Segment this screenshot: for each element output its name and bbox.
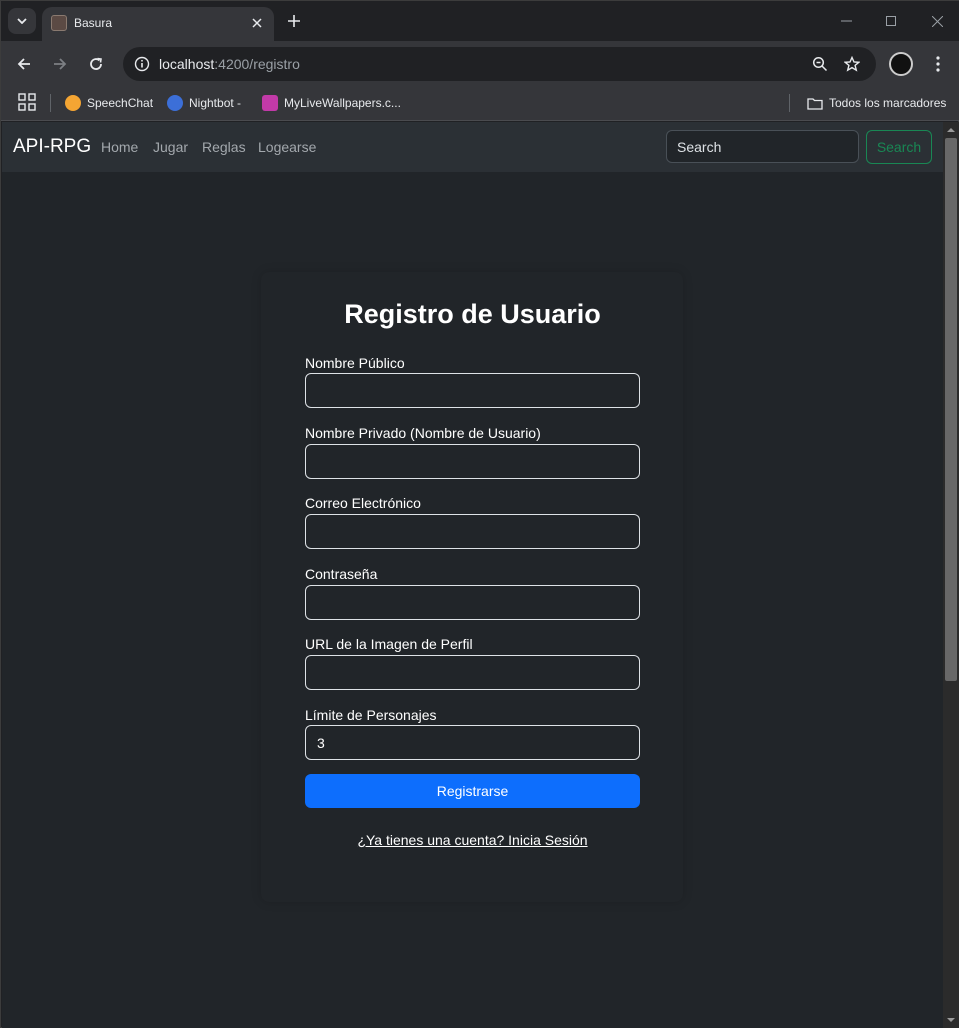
scrollbar-thumb[interactable] <box>945 138 957 681</box>
email-input[interactable] <box>305 514 640 549</box>
site-info-icon[interactable] <box>131 53 153 75</box>
nav-link-logearse[interactable]: Logearse <box>258 139 316 155</box>
url-text: localhost:4200/registro <box>159 56 300 72</box>
back-arrow-icon[interactable] <box>12 52 36 76</box>
browser-menu-icon[interactable] <box>927 52 949 76</box>
nav-link-jugar[interactable]: Jugar <box>153 139 188 155</box>
close-window-icon[interactable] <box>926 10 948 32</box>
username-input[interactable] <box>305 444 640 479</box>
reload-icon[interactable] <box>84 52 108 76</box>
character-limit-label: Límite de Personajes <box>305 707 437 723</box>
apps-grid-icon[interactable] <box>18 93 38 113</box>
all-bookmarks[interactable]: Todos los marcadores <box>807 92 946 114</box>
nightbot-icon <box>167 95 183 111</box>
forward-arrow-icon[interactable] <box>48 52 72 76</box>
bookmarks-bar: SpeechChat Nightbot - MyLiveWallpapers.c… <box>1 87 959 121</box>
character-limit-input[interactable] <box>305 725 640 760</box>
tab-strip: Basura <box>1 1 959 41</box>
browser-tab[interactable]: Basura <box>42 7 274 41</box>
password-input[interactable] <box>305 585 640 620</box>
bookmarks-separator <box>50 94 51 112</box>
folder-icon <box>807 97 823 110</box>
maximize-icon[interactable] <box>880 10 902 32</box>
tab-search-button[interactable] <box>8 8 36 34</box>
browser-window: Basura localhost:4200/registro SpeechCha… <box>0 0 959 1028</box>
bookmark-nightbot[interactable]: Nightbot - <box>167 92 241 114</box>
bookmark-label: Nightbot - <box>189 96 242 110</box>
page-title: Registro de Usuario <box>344 299 601 329</box>
chevron-down-icon <box>17 18 27 24</box>
username-label: Nombre Privado (Nombre de Usuario) <box>305 425 541 441</box>
password-label: Contraseña <box>305 566 378 582</box>
navbar-search-input[interactable] <box>666 130 859 163</box>
bookmark-label: SpeechChat <box>87 96 154 110</box>
email-label: Correo Electrónico <box>305 495 421 511</box>
bookmark-label: MyLiveWallpapers.c... <box>284 96 401 110</box>
nav-link-reglas[interactable]: Reglas <box>202 139 246 155</box>
speechchat-icon <box>65 95 81 111</box>
nav-link-home[interactable]: Home <box>101 139 138 155</box>
mylivewallpapers-icon <box>262 95 278 111</box>
scroll-up-icon[interactable] <box>947 126 955 134</box>
new-tab-icon[interactable] <box>283 10 305 32</box>
tab-close-icon[interactable] <box>248 14 266 32</box>
bookmark-speechchat[interactable]: SpeechChat <box>65 92 153 114</box>
bookmarks-separator <box>789 94 790 112</box>
tab-title: Basura <box>74 16 113 30</box>
extension-icon[interactable] <box>889 52 913 76</box>
navbar-search-button[interactable]: Search <box>866 130 932 164</box>
bookmark-mylivewallpapers[interactable]: MyLiveWallpapers.c... <box>262 92 401 114</box>
login-link[interactable]: ¿Ya tienes una cuenta? Inicia Sesión <box>2 832 943 848</box>
page-content: API-RPG Home Jugar Reglas Logearse Searc… <box>2 122 943 1028</box>
bookmark-star-icon[interactable] <box>841 53 863 75</box>
register-button[interactable]: Registrarse <box>305 774 640 808</box>
tab-favicon-icon <box>51 15 67 31</box>
page-scrollbar[interactable] <box>943 122 959 1028</box>
site-navbar: API-RPG Home Jugar Reglas Logearse Searc… <box>2 122 943 172</box>
profile-image-url-input[interactable] <box>305 655 640 690</box>
scroll-down-icon[interactable] <box>947 1016 955 1024</box>
all-bookmarks-label: Todos los marcadores <box>829 96 947 110</box>
zoom-icon[interactable] <box>809 53 831 75</box>
browser-toolbar: localhost:4200/registro <box>1 41 959 87</box>
public-name-input[interactable] <box>305 373 640 408</box>
profile-image-url-label: URL de la Imagen de Perfil <box>305 636 473 652</box>
address-bar[interactable]: localhost:4200/registro <box>123 47 876 81</box>
navbar-brand[interactable]: API-RPG <box>13 136 91 158</box>
minimize-icon[interactable] <box>835 10 857 32</box>
public-name-label: Nombre Público <box>305 355 405 371</box>
